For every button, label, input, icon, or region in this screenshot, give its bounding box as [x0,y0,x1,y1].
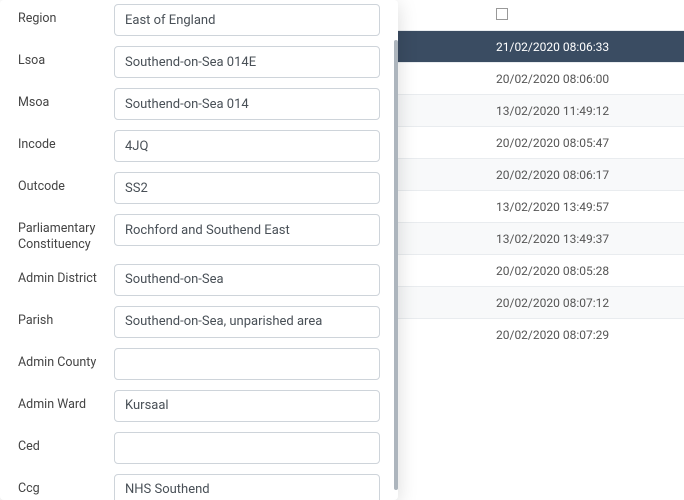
ced-label: Ced [18,432,114,455]
edit-modal: Region Lsoa Msoa Incode Outcode Parliame… [0,0,398,500]
lsoa-label: Lsoa [18,46,114,69]
county-input[interactable] [114,348,380,380]
lsoa-input[interactable] [114,46,380,78]
ward-input[interactable] [114,390,380,422]
row-date: 20/02/2020 08:05:28 [484,264,684,278]
outcode-input[interactable] [114,172,380,204]
row-date: 20/02/2020 08:06:17 [484,168,684,182]
district-input[interactable] [114,264,380,296]
ccg-label: Ccg [18,474,114,497]
parish-input[interactable] [114,306,380,338]
constituency-label: Parliamentary Constituency [18,214,114,254]
district-label: Admin District [18,264,114,287]
row-date: 20/02/2020 08:07:12 [484,296,684,310]
region-label: Region [18,4,114,27]
msoa-label: Msoa [18,88,114,111]
row-date: 21/02/2020 08:06:33 [484,40,684,54]
checkbox-icon[interactable] [496,8,508,20]
outcode-label: Outcode [18,172,114,195]
row-date: 20/02/2020 08:07:29 [484,328,684,342]
ced-input[interactable] [114,432,380,464]
region-input[interactable] [114,4,380,36]
parish-label: Parish [18,306,114,329]
ward-label: Admin Ward [18,390,114,413]
row-date: 13/02/2020 13:49:57 [484,200,684,214]
incode-input[interactable] [114,130,380,162]
scrollbar[interactable] [394,40,398,490]
incode-label: Incode [18,130,114,153]
row-date: 13/02/2020 13:49:37 [484,232,684,246]
county-label: Admin County [18,348,114,371]
row-date: 20/02/2020 08:06:00 [484,72,684,86]
msoa-input[interactable] [114,88,380,120]
row-date: 13/02/2020 11:49:12 [484,104,684,118]
ccg-input[interactable] [114,474,380,500]
row-date: 20/02/2020 08:05:47 [484,136,684,150]
constituency-input[interactable] [114,214,380,246]
